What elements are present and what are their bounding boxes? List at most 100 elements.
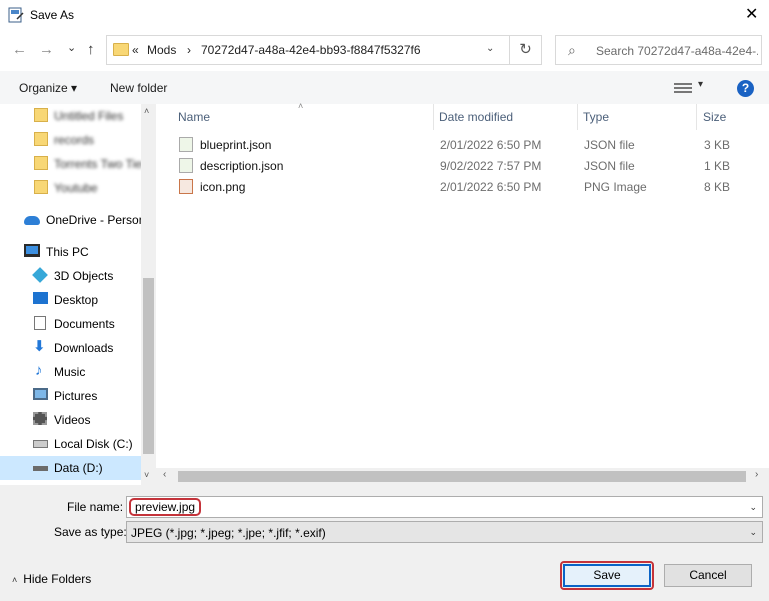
sidebar-item-label: This PC	[46, 245, 89, 259]
folder-icon	[34, 156, 48, 170]
sidebar-item-label: Documents	[54, 317, 115, 331]
column-divider[interactable]	[696, 104, 697, 130]
save-as-type-select[interactable]: JPEG (*.jpg; *.jpeg; *.jpe; *.jfif; *.ex…	[126, 521, 763, 543]
file-date: 9/02/2022 7:57 PM	[440, 159, 542, 173]
chevron-down-icon[interactable]: ⌄	[749, 502, 757, 513]
column-header-name[interactable]: Name	[178, 110, 210, 124]
file-name-label: File name:	[67, 500, 124, 514]
sidebar-item-desktop[interactable]: Desktop	[0, 288, 141, 312]
refresh-icon: ↻	[519, 41, 532, 58]
sidebar-item-3d-objects[interactable]: 3D Objects	[0, 264, 141, 288]
navigation-pane-scrollbar[interactable]: ˄ ˅	[141, 104, 156, 485]
column-header-type[interactable]: Type	[583, 110, 609, 124]
sidebar-item-folder-3[interactable]: Torrents Two Tier	[0, 152, 146, 176]
sidebar-item-local-disk[interactable]: Local Disk (C:)	[0, 432, 141, 456]
file-name-field[interactable]: preview.jpg ⌄	[126, 496, 763, 518]
documents-icon	[34, 316, 46, 330]
sidebar-item-label: Youtube	[54, 181, 98, 195]
breadcrumb-mods[interactable]: Mods	[147, 43, 176, 57]
file-type: PNG Image	[584, 180, 647, 194]
column-header-size[interactable]: Size	[703, 110, 726, 124]
view-options-icon[interactable]	[674, 81, 692, 95]
up-arrow-icon[interactable]: ↑	[87, 41, 95, 59]
sidebar-item-this-pc[interactable]: This PC	[0, 240, 141, 264]
search-icon: ⌕	[568, 42, 576, 58]
recent-locations-chevron-icon[interactable]: ⌄	[67, 39, 76, 57]
new-folder-button[interactable]: New folder	[110, 81, 167, 95]
organize-button[interactable]: Organize ▾	[19, 81, 77, 95]
scroll-right-icon[interactable]: ›	[755, 469, 758, 480]
drive-icon	[33, 466, 48, 471]
hide-folders-label: Hide Folders	[23, 572, 92, 586]
scroll-up-icon[interactable]: ˄	[144, 106, 149, 116]
file-name: description.json	[200, 159, 284, 173]
file-row[interactable]: icon.png 2/01/2022 6:50 PM PNG Image 8 K…	[176, 176, 751, 197]
save-button[interactable]: Save	[563, 564, 651, 587]
file-size: 3 KB	[704, 138, 731, 152]
column-divider[interactable]	[433, 104, 434, 130]
column-divider[interactable]	[577, 104, 578, 130]
file-size: 1 KB	[704, 159, 731, 173]
scroll-left-icon[interactable]: ‹	[163, 469, 166, 480]
sidebar-item-pictures[interactable]: Pictures	[0, 384, 141, 408]
music-icon: ♪	[35, 362, 43, 379]
desktop-icon	[33, 292, 48, 304]
title-bar: Save As ✕	[0, 0, 769, 31]
sidebar-item-label: records	[54, 133, 95, 147]
save-as-type-value: JPEG (*.jpg; *.jpeg; *.jpe; *.jfif; *.ex…	[131, 526, 326, 540]
sidebar-item-documents[interactable]: Documents	[0, 312, 141, 336]
sidebar-item-label: Data (D:)	[54, 461, 103, 475]
sidebar-item-videos[interactable]: Videos	[0, 408, 141, 432]
file-row[interactable]: blueprint.json 2/01/2022 6:50 PM JSON fi…	[176, 134, 751, 155]
local-disk-icon	[33, 440, 48, 448]
window-title: Save As	[30, 8, 75, 22]
save-as-dialog-icon	[8, 7, 24, 23]
sidebar-item-downloads[interactable]: ⬇ Downloads	[0, 336, 141, 360]
sidebar-item-label: Desktop	[54, 293, 99, 307]
breadcrumb-current-folder[interactable]: 70272d47-a48a-42e4-bb93-f8847f5327f6	[201, 43, 421, 57]
address-dropdown-chevron-icon[interactable]: ⌄	[486, 43, 494, 54]
sidebar-item-music[interactable]: ♪ Music	[0, 360, 141, 384]
sidebar-item-folder-1[interactable]: Untitled Files	[0, 104, 141, 128]
file-list-horizontal-scrollbar[interactable]: ‹ ›	[156, 468, 769, 485]
json-file-icon	[179, 137, 193, 152]
sidebar-item-folder-4[interactable]: Youtube	[0, 176, 141, 200]
file-date: 2/01/2022 6:50 PM	[440, 138, 542, 152]
column-header-date-modified[interactable]: Date modified	[439, 110, 513, 124]
sort-ascending-icon: ˄	[298, 101, 304, 111]
help-icon[interactable]: ?	[737, 80, 754, 97]
forward-arrow-icon[interactable]: →	[39, 41, 54, 59]
chevron-up-icon: ˄	[12, 575, 18, 585]
save-as-type-label: Save as type:	[54, 525, 127, 539]
sidebar-item-label: Pictures	[54, 389, 98, 403]
sidebar-item-label: Music	[54, 365, 86, 379]
file-name-value[interactable]: preview.jpg	[129, 498, 202, 516]
sidebar-item-onedrive[interactable]: OneDrive - Person	[0, 208, 145, 232]
file-date: 2/01/2022 6:50 PM	[440, 180, 542, 194]
scrollbar-thumb[interactable]	[143, 278, 154, 454]
sidebar-item-label: Untitled Files	[54, 109, 124, 123]
view-options-chevron-icon[interactable]: ▾	[698, 79, 703, 90]
hide-folders-button[interactable]: ˄ Hide Folders	[12, 572, 91, 586]
address-bar[interactable]: « Mods › 70272d47-a48a-42e4-bb93-f8847f5…	[106, 35, 510, 65]
sidebar-item-label: Downloads	[54, 341, 114, 355]
cancel-button[interactable]: Cancel	[664, 564, 752, 587]
scrollbar-thumb[interactable]	[178, 471, 746, 482]
file-type: JSON file	[584, 138, 635, 152]
search-input[interactable]: ⌕ Search 70272d47-a48a-42e4-...	[555, 35, 762, 65]
refresh-button[interactable]: ↻	[510, 35, 542, 65]
sidebar-item-label: Local Disk (C:)	[54, 437, 133, 451]
videos-icon	[33, 412, 47, 425]
close-icon[interactable]: ✕	[745, 6, 758, 24]
back-arrow-icon[interactable]: ←	[12, 41, 27, 59]
folder-icon	[113, 43, 129, 56]
chevron-down-icon[interactable]: ⌄	[749, 527, 757, 538]
sidebar-item-label: Torrents Two Tier	[54, 157, 146, 171]
file-row[interactable]: description.json 9/02/2022 7:57 PM JSON …	[176, 155, 751, 176]
breadcrumb-overflow[interactable]: «	[132, 43, 139, 57]
sidebar-item-folder-2[interactable]: records	[0, 128, 141, 152]
sidebar-item-data-d[interactable]: Data (D:)	[0, 456, 141, 480]
scroll-down-icon[interactable]: ˅	[144, 470, 149, 480]
folder-icon	[34, 132, 48, 146]
sidebar-item-label: 3D Objects	[54, 269, 114, 283]
